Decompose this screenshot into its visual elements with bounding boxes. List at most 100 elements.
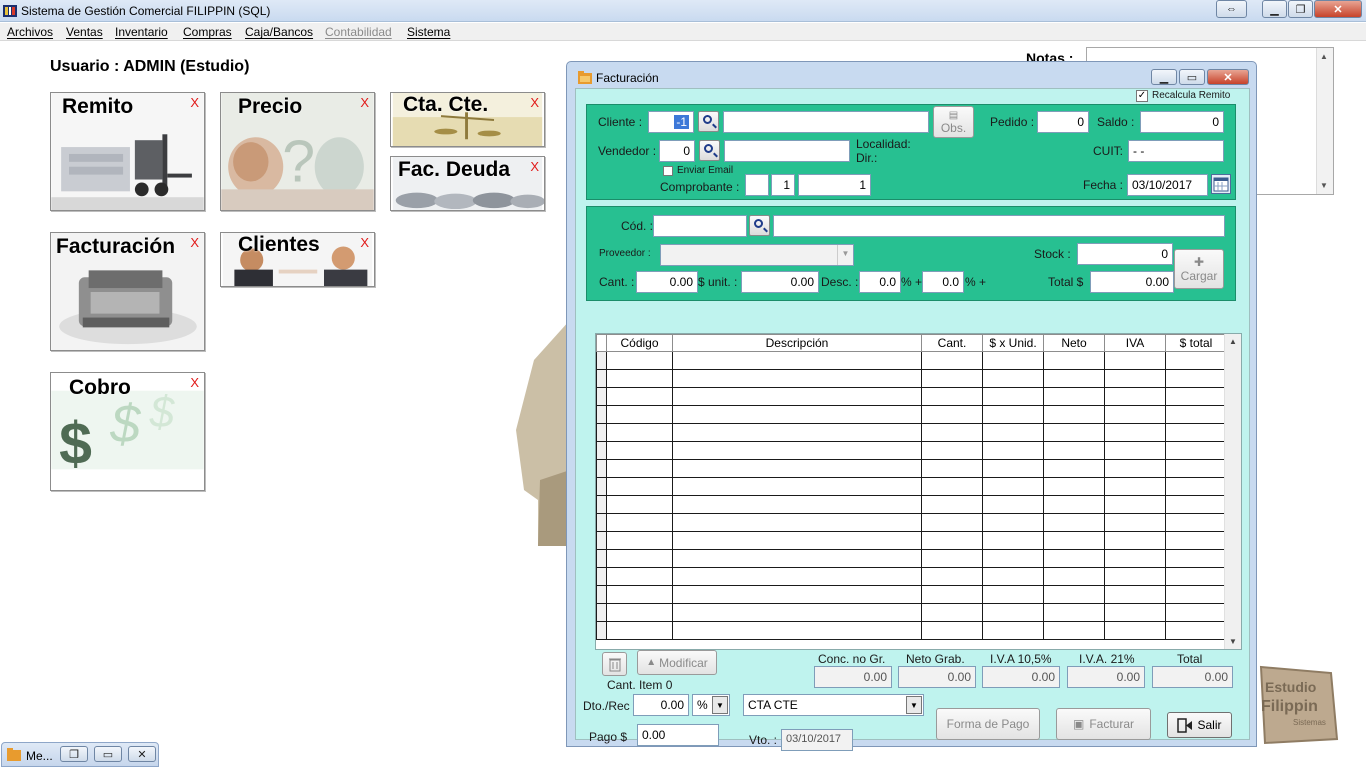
col-neto[interactable]: Neto bbox=[1043, 334, 1105, 352]
tile-cta-cte[interactable]: Cta. Cte. X bbox=[390, 92, 545, 147]
table-cell[interactable] bbox=[982, 495, 1044, 514]
grid-scrollbar[interactable]: ▲ ▼ bbox=[1224, 334, 1241, 649]
tile-facturacion-close[interactable]: X bbox=[190, 235, 199, 250]
table-cell[interactable] bbox=[1043, 351, 1105, 370]
menu-archivos[interactable]: Archivos bbox=[7, 25, 53, 39]
row-selector-cell[interactable] bbox=[596, 495, 607, 514]
tile-fac-deuda[interactable]: Fac. Deuda X bbox=[390, 156, 545, 211]
table-cell[interactable] bbox=[606, 351, 673, 370]
table-row[interactable] bbox=[596, 405, 1227, 424]
forma-de-pago-button[interactable]: Forma de Pago bbox=[936, 708, 1040, 740]
menu-inventario[interactable]: Inventario bbox=[115, 25, 168, 39]
row-selector-cell[interactable] bbox=[596, 477, 607, 496]
tile-clientes[interactable]: Clientes X bbox=[220, 232, 375, 287]
table-row[interactable] bbox=[596, 495, 1227, 514]
table-cell[interactable] bbox=[982, 513, 1044, 532]
table-cell[interactable] bbox=[1043, 369, 1105, 388]
desc-input-2[interactable]: 0.0 bbox=[922, 271, 964, 293]
scroll-up-icon[interactable]: ▲ bbox=[1320, 52, 1328, 61]
scroll-down-icon[interactable]: ▼ bbox=[1320, 181, 1328, 190]
obs-button[interactable]: ▤ Obs. bbox=[933, 106, 974, 138]
table-cell[interactable] bbox=[1165, 351, 1227, 370]
table-cell[interactable] bbox=[606, 405, 673, 424]
table-cell[interactable] bbox=[672, 387, 922, 406]
col-total[interactable]: $ total bbox=[1165, 334, 1227, 352]
table-cell[interactable] bbox=[606, 459, 673, 478]
table-cell[interactable] bbox=[672, 495, 922, 514]
table-cell[interactable] bbox=[1165, 495, 1227, 514]
table-cell[interactable] bbox=[606, 567, 673, 586]
menu-sistema[interactable]: Sistema bbox=[407, 25, 450, 39]
tile-cta-cte-close[interactable]: X bbox=[530, 95, 539, 110]
row-selector-cell[interactable] bbox=[596, 621, 607, 640]
row-selector-cell[interactable] bbox=[596, 459, 607, 478]
table-cell[interactable] bbox=[672, 567, 922, 586]
table-cell[interactable] bbox=[1165, 387, 1227, 406]
table-cell[interactable] bbox=[921, 441, 983, 460]
table-cell[interactable] bbox=[921, 351, 983, 370]
table-cell[interactable] bbox=[1043, 477, 1105, 496]
table-cell[interactable] bbox=[921, 387, 983, 406]
table-cell[interactable] bbox=[982, 441, 1044, 460]
table-cell[interactable] bbox=[606, 387, 673, 406]
table-cell[interactable] bbox=[982, 459, 1044, 478]
menu-ventas[interactable]: Ventas bbox=[66, 25, 103, 39]
table-cell[interactable] bbox=[672, 513, 922, 532]
cant-input[interactable]: 0.00 bbox=[636, 271, 698, 293]
table-cell[interactable] bbox=[1104, 495, 1166, 514]
table-cell[interactable] bbox=[921, 495, 983, 514]
facturar-button[interactable]: ▣ Facturar bbox=[1056, 708, 1151, 740]
table-cell[interactable] bbox=[1043, 567, 1105, 586]
table-cell[interactable] bbox=[606, 477, 673, 496]
comprobante-number-field[interactable]: 1 bbox=[798, 174, 871, 196]
notes-scrollbar[interactable]: ▲ ▼ bbox=[1316, 48, 1333, 194]
tile-remito-close[interactable]: X bbox=[190, 95, 199, 110]
comprobante-type-field[interactable] bbox=[745, 174, 769, 196]
table-row[interactable] bbox=[596, 423, 1227, 442]
row-selector-cell[interactable] bbox=[596, 387, 607, 406]
table-cell[interactable] bbox=[672, 585, 922, 604]
table-cell[interactable] bbox=[672, 477, 922, 496]
cargar-button[interactable]: ✚ Cargar bbox=[1174, 249, 1224, 289]
row-selector-cell[interactable] bbox=[596, 567, 607, 586]
minimized-window[interactable]: Me... ❐ ▭ ✕ bbox=[1, 742, 159, 767]
table-cell[interactable] bbox=[672, 621, 922, 640]
table-cell[interactable] bbox=[982, 549, 1044, 568]
row-selector-cell[interactable] bbox=[596, 369, 607, 388]
table-row[interactable] bbox=[596, 603, 1227, 622]
table-cell[interactable] bbox=[1165, 603, 1227, 622]
table-cell[interactable] bbox=[1165, 549, 1227, 568]
enviar-email-checkbox[interactable] bbox=[663, 166, 673, 176]
table-cell[interactable] bbox=[606, 423, 673, 442]
row-selector-cell[interactable] bbox=[596, 603, 607, 622]
table-cell[interactable] bbox=[1165, 567, 1227, 586]
row-selector-cell[interactable] bbox=[596, 351, 607, 370]
cliente-name-field[interactable] bbox=[723, 111, 929, 133]
desc-input-1[interactable]: 0.0 bbox=[859, 271, 901, 293]
table-cell[interactable] bbox=[921, 513, 983, 532]
table-cell[interactable] bbox=[1165, 459, 1227, 478]
tile-cobro-close[interactable]: X bbox=[190, 375, 199, 390]
fac-close-button[interactable]: ✕ bbox=[1207, 69, 1249, 85]
table-cell[interactable] bbox=[1043, 459, 1105, 478]
table-cell[interactable] bbox=[606, 531, 673, 550]
table-cell[interactable] bbox=[982, 405, 1044, 424]
table-cell[interactable] bbox=[1104, 441, 1166, 460]
fecha-input[interactable]: 03/10/2017 bbox=[1127, 174, 1208, 196]
table-cell[interactable] bbox=[982, 351, 1044, 370]
table-cell[interactable] bbox=[1165, 441, 1227, 460]
vendedor-search-button[interactable] bbox=[699, 140, 720, 161]
minimize-button[interactable]: ▁ bbox=[1262, 0, 1287, 18]
row-selector-cell[interactable] bbox=[596, 549, 607, 568]
dto-unit-select[interactable]: % ▼ bbox=[692, 694, 730, 716]
table-cell[interactable] bbox=[921, 405, 983, 424]
table-cell[interactable] bbox=[982, 369, 1044, 388]
table-cell[interactable] bbox=[1104, 549, 1166, 568]
salir-button[interactable]: Salir bbox=[1167, 712, 1232, 738]
vendedor-name-field[interactable] bbox=[724, 140, 850, 162]
table-cell[interactable] bbox=[921, 585, 983, 604]
table-cell[interactable] bbox=[1043, 585, 1105, 604]
table-cell[interactable] bbox=[1165, 621, 1227, 640]
row-selector-cell[interactable] bbox=[596, 405, 607, 424]
table-cell[interactable] bbox=[1165, 513, 1227, 532]
